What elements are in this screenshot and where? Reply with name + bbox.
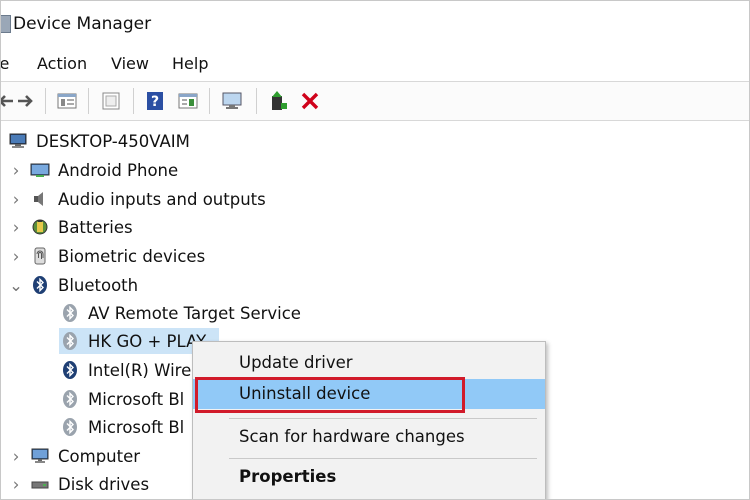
android-phone-icon bbox=[29, 159, 51, 181]
title-bar: Device Manager bbox=[1, 1, 749, 47]
menu-view[interactable]: View bbox=[111, 54, 149, 73]
chevron-right-icon[interactable]: › bbox=[9, 443, 23, 469]
tree-item-biometric[interactable]: › Biometric devices bbox=[9, 243, 205, 269]
device-manager-app-icon bbox=[1, 15, 11, 33]
context-menu: Update driver Uninstall device Scan for … bbox=[192, 341, 546, 499]
svg-text:?: ? bbox=[151, 94, 159, 110]
chevron-right-icon[interactable]: › bbox=[9, 157, 23, 183]
bluetooth-device-icon bbox=[59, 388, 81, 410]
tree-item-bluetooth[interactable]: ⌄ Bluetooth bbox=[9, 272, 138, 298]
window-title: Device Manager bbox=[13, 14, 152, 34]
window-icon[interactable] bbox=[100, 90, 122, 112]
disk-drive-icon bbox=[29, 473, 51, 495]
driver-icon[interactable] bbox=[177, 90, 199, 112]
speaker-icon bbox=[29, 188, 51, 210]
device-manager-window: Device Manager le Action View Help ? bbox=[0, 0, 750, 500]
menu-bar: le Action View Help bbox=[1, 49, 749, 79]
menu-item-scan-hardware[interactable]: Scan for hardware changes bbox=[193, 422, 545, 452]
bluetooth-icon bbox=[59, 359, 81, 381]
uninstall-icon[interactable] bbox=[299, 90, 321, 112]
chevron-right-icon[interactable]: › bbox=[9, 186, 23, 212]
menu-separator bbox=[229, 418, 537, 419]
menu-separator bbox=[229, 458, 537, 459]
battery-icon bbox=[29, 216, 51, 238]
help-icon[interactable]: ? bbox=[144, 90, 166, 112]
menu-action[interactable]: Action bbox=[37, 54, 87, 73]
chevron-down-icon[interactable]: ⌄ bbox=[9, 272, 23, 298]
tree-item-disk-drives[interactable]: › Disk drives bbox=[9, 471, 149, 497]
highlight-annotation-box bbox=[195, 377, 465, 413]
monitor-icon[interactable] bbox=[221, 90, 243, 112]
tree-item-microsoft-bt-2[interactable]: Microsoft Bl bbox=[59, 414, 184, 440]
chevron-right-icon[interactable]: › bbox=[9, 471, 23, 497]
menu-item-update-driver[interactable]: Update driver bbox=[193, 348, 545, 378]
bluetooth-icon bbox=[29, 274, 51, 296]
bluetooth-device-icon bbox=[59, 416, 81, 438]
toolbar: ? bbox=[1, 81, 749, 121]
menu-help[interactable]: Help bbox=[172, 54, 208, 73]
monitor-icon bbox=[29, 445, 51, 467]
bluetooth-device-icon bbox=[59, 302, 81, 324]
tree-item-computer[interactable]: › Computer bbox=[9, 443, 140, 469]
tree-item-microsoft-bt-1[interactable]: Microsoft Bl bbox=[59, 386, 184, 412]
tree-item-audio[interactable]: › Audio inputs and outputs bbox=[9, 186, 266, 212]
computer-icon bbox=[7, 130, 29, 152]
forward-arrow-icon[interactable] bbox=[15, 90, 37, 112]
tree-item-android-phone[interactable]: › Android Phone bbox=[9, 157, 178, 183]
tree-root[interactable]: DESKTOP-450VAIM bbox=[7, 128, 190, 154]
tree-item-batteries[interactable]: › Batteries bbox=[9, 214, 133, 240]
fingerprint-icon bbox=[29, 245, 51, 267]
chevron-right-icon[interactable]: › bbox=[9, 214, 23, 240]
tree-item-av-remote[interactable]: AV Remote Target Service bbox=[59, 300, 301, 326]
tree-root-label: DESKTOP-450VAIM bbox=[36, 131, 190, 151]
chevron-right-icon[interactable]: › bbox=[9, 243, 23, 269]
properties-icon[interactable] bbox=[56, 90, 78, 112]
enable-device-icon[interactable] bbox=[267, 90, 289, 112]
menu-file[interactable]: le bbox=[1, 54, 9, 73]
bluetooth-device-icon bbox=[59, 330, 81, 352]
tree-item-intel-wireless[interactable]: Intel(R) Wire bbox=[59, 357, 191, 383]
menu-item-properties[interactable]: Properties bbox=[193, 462, 545, 492]
